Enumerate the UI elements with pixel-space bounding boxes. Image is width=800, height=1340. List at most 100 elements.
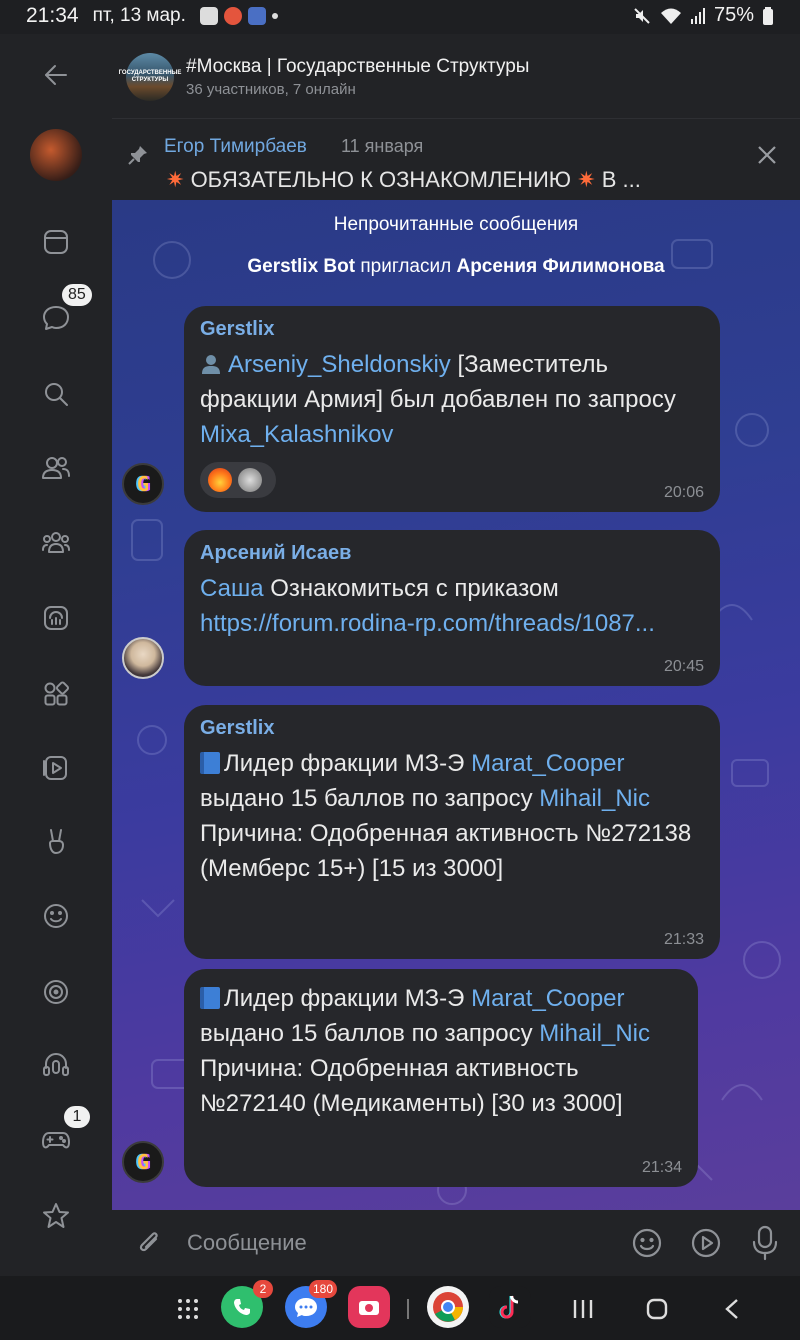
rail-target[interactable] <box>32 968 80 1016</box>
reason-text: Причина: Одобренная активность №272138 (… <box>200 820 692 882</box>
group-avatar-text: ГОСУДАРСТВЕННЫЕ СТРУКТУРЫ <box>118 70 182 83</box>
tiktok-app[interactable] <box>489 1286 531 1328</box>
rail-video[interactable] <box>32 744 80 792</box>
reactions-bar[interactable] <box>200 462 276 498</box>
invite-target[interactable]: Арсения Филимонова <box>456 256 664 277</box>
person-emoji-icon <box>202 355 220 374</box>
rail-games[interactable]: 1 <box>32 1104 92 1164</box>
chat-header[interactable]: ГОСУДАРСТВЕННЫЕ СТРУКТУРЫ #Москва | Госу… <box>112 34 800 118</box>
invite-verb: пригласил <box>355 256 457 277</box>
phone-badge: 2 <box>253 1280 273 1298</box>
back-button[interactable] <box>32 51 80 99</box>
mute-icon <box>634 7 650 24</box>
attach-button[interactable] <box>134 1227 164 1259</box>
user-mention[interactable]: Arseniy_Sheldonskiy <box>228 351 451 378</box>
status-date: пт, 13 мар. <box>92 5 186 26</box>
recents-button[interactable] <box>571 1298 595 1320</box>
user-mention[interactable]: Marat_Cooper <box>471 985 624 1012</box>
message-link[interactable]: https://forum.rodina-rp.com/threads/1087… <box>200 610 655 637</box>
status-bar: 21:34 пт, 13 мар. 75% <box>0 0 800 34</box>
target-icon <box>44 980 68 1004</box>
voice-message-button[interactable] <box>749 1224 781 1262</box>
rail-search[interactable] <box>32 370 80 418</box>
rail-clips[interactable] <box>32 818 80 866</box>
sender-avatar[interactable]: G <box>122 463 164 505</box>
more-notifications-icon <box>271 13 278 19</box>
message-time: 20:06 <box>663 484 704 501</box>
rail-podcasts[interactable] <box>32 594 80 642</box>
message-author[interactable]: Gerstlix <box>200 717 704 740</box>
user-mention[interactable]: Саша <box>200 575 264 602</box>
user-mention[interactable]: Marat_Cooper <box>471 750 624 777</box>
messages-badge: 180 <box>308 1280 337 1298</box>
profile-avatar[interactable] <box>30 129 82 181</box>
rail-friends[interactable] <box>32 444 80 492</box>
signal-icon <box>690 7 705 24</box>
system-navigation-bar: 2 180 <box>0 1276 800 1340</box>
rail-voice[interactable] <box>32 1042 80 1090</box>
status-time: 21:34 <box>26 4 79 27</box>
messages-icon <box>295 1298 317 1317</box>
communities-icon <box>42 532 70 553</box>
friends-icon <box>42 457 70 479</box>
rail-news[interactable] <box>32 218 80 266</box>
screen-recorder-app[interactable] <box>348 1286 390 1328</box>
pinned-message[interactable]: Егор Тимирбаев 11 января ✷ ОБЯЗАТЕЛЬНО К… <box>112 118 800 200</box>
chrome-icon <box>433 1292 463 1322</box>
video-message-button[interactable] <box>689 1226 723 1260</box>
gallery-icon <box>199 7 218 25</box>
hand-peace-icon <box>49 829 64 854</box>
news-icon <box>44 230 68 254</box>
fire-reaction-icon[interactable] <box>208 468 232 492</box>
user-mention[interactable]: Mixa_Kalashnikov <box>200 421 393 448</box>
battery-percent: 75% <box>713 4 754 26</box>
sender-avatar[interactable] <box>122 637 164 679</box>
user-mention[interactable]: Mihail_Nic <box>539 785 650 812</box>
message-text: Arseniy_Sheldonskiy [Заместитель фракции… <box>200 351 676 448</box>
rail-communities[interactable] <box>32 518 80 566</box>
message-bubble[interactable]: Лидер фракции МЗ-Э Marat_Cooper выдано 1… <box>184 969 698 1187</box>
message-bubble[interactable]: Gerstlix Лидер фракции МЗ-Э Marat_Cooper… <box>184 705 720 959</box>
pinned-text-tail: В ... <box>601 167 641 192</box>
message-author[interactable]: Gerstlix <box>200 318 704 341</box>
message-input[interactable]: Сообщение <box>187 1230 307 1256</box>
video-icon <box>43 756 67 780</box>
group-avatar[interactable]: ГОСУДАРСТВЕННЫЕ СТРУКТУРЫ <box>119 53 181 101</box>
reason-text: Причина: Одобренная активность №272140 (… <box>200 1055 623 1117</box>
pin-icon <box>128 146 147 165</box>
chat-history[interactable]: Непрочитанные сообщения Gerstlix Bot при… <box>112 200 800 1210</box>
rail-favorites[interactable] <box>32 1192 80 1240</box>
message-bubble[interactable]: Арсений Исаев Саша Ознакомиться с приказ… <box>184 530 720 686</box>
app-drawer-icon[interactable] <box>176 1297 200 1321</box>
message-bubble[interactable]: Gerstlix Arseniy_Sheldonskiy [Заместител… <box>184 306 720 512</box>
message-time: 21:33 <box>663 931 704 948</box>
user-mention[interactable]: Mihail_Nic <box>539 1020 650 1047</box>
messages-app[interactable]: 180 <box>285 1280 337 1328</box>
sender-avatar[interactable]: G <box>122 1141 164 1183</box>
chrome-app[interactable] <box>427 1286 469 1328</box>
rail-stickers[interactable] <box>32 892 80 940</box>
home-button[interactable] <box>645 1297 669 1321</box>
message-text: Лидер фракции МЗ-Э Marat_Cooper выдано 1… <box>200 985 650 1117</box>
rail-messages[interactable]: 85 <box>32 282 94 342</box>
chats-unread-badge: 85 <box>60 282 94 308</box>
podcast-icon <box>44 606 68 630</box>
apps-grid-icon <box>44 681 70 706</box>
message-author[interactable]: Арсений Исаев <box>200 542 704 565</box>
gamepad-icon <box>42 1132 70 1149</box>
pinned-text: ОБЯЗАТЕЛЬНО К ОЗНАКОМЛЕНИЮ <box>190 167 572 192</box>
back-nav-button[interactable] <box>722 1297 742 1321</box>
collision-emoji-icon: ✷ <box>577 167 596 192</box>
headset-icon <box>43 1053 69 1076</box>
reactor-avatar <box>238 468 262 492</box>
phone-app[interactable]: 2 <box>221 1280 273 1328</box>
collision-emoji-icon: ✷ <box>166 167 185 192</box>
emoji-button[interactable] <box>630 1226 664 1260</box>
message-text: Лидер фракции МЗ-Э Marat_Cooper выдано 1… <box>200 750 692 882</box>
invite-actor[interactable]: Gerstlix Bot <box>247 256 355 277</box>
chat-title: #Москва | Государственные Структуры <box>186 56 530 77</box>
rail-services[interactable] <box>32 670 80 718</box>
close-pinned-button[interactable] <box>756 144 778 166</box>
message-text: Саша Ознакомиться с приказом https://for… <box>200 575 655 637</box>
message-time: 21:34 <box>641 1159 682 1176</box>
